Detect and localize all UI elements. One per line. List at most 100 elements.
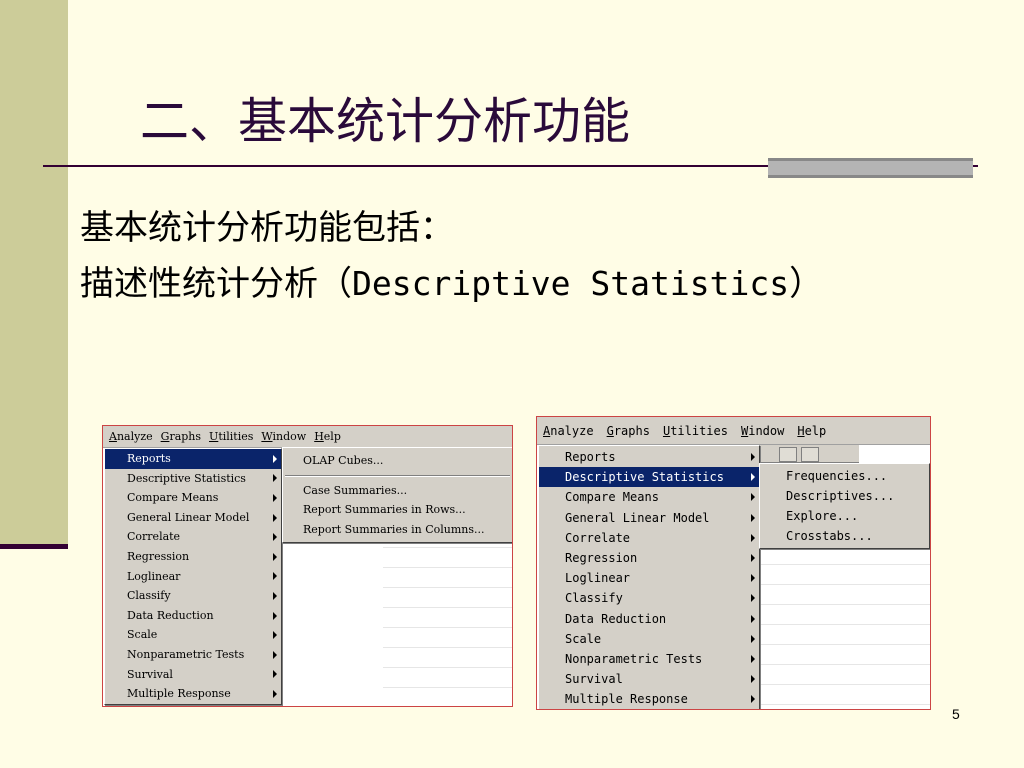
menu-item-reports[interactable]: Reports: [105, 449, 281, 469]
menu-item-reports[interactable]: Reports: [539, 447, 759, 467]
submenu-item-explore[interactable]: Explore...: [760, 506, 929, 526]
submenu-item-report-summaries-columns[interactable]: Report Summaries in Columns...: [283, 520, 512, 540]
menu-utilities[interactable]: Utilities: [209, 430, 253, 443]
left-decor-line: [0, 544, 68, 549]
menu-item-nonparametric-tests[interactable]: Nonparametric Tests: [105, 645, 281, 665]
menu-graphs[interactable]: Graphs: [161, 430, 201, 443]
submenu-arrow-icon: [751, 574, 755, 583]
analyze-menu: Reports Descriptive Statistics Compare M…: [538, 445, 760, 709]
grid-row: [383, 628, 512, 648]
submenu-item-olap-cubes[interactable]: OLAP Cubes...: [283, 451, 512, 471]
submenu-arrow-icon: [751, 675, 755, 684]
grid-row: [383, 548, 512, 568]
submenu-arrow-icon: [273, 493, 277, 502]
grid-row: [383, 608, 512, 628]
grid-row: [761, 605, 930, 625]
menu-separator: [285, 474, 510, 477]
menu-item-classify[interactable]: Classify: [105, 586, 281, 606]
grid-row: [761, 645, 930, 665]
grid-row: [383, 588, 512, 608]
menu-item-regression[interactable]: Regression: [105, 547, 281, 567]
screenshot-descriptive-menu: Analyze Graphs Utilities Window Help Rep…: [536, 416, 931, 710]
submenu-arrow-icon: [273, 631, 277, 640]
menu-window[interactable]: Window: [261, 430, 306, 443]
body-line-2-cn: 描述性统计分析（: [80, 264, 352, 304]
toolbar-button-icon[interactable]: [779, 447, 797, 462]
body-line-1: 基本统计分析功能包括：: [80, 208, 454, 248]
submenu-arrow-icon: [273, 650, 277, 659]
menu-item-multiple-response[interactable]: Multiple Response: [105, 684, 281, 704]
grid-row: [761, 665, 930, 685]
menu-window[interactable]: Window: [741, 424, 784, 438]
menu-item-classify[interactable]: Classify: [539, 588, 759, 608]
submenu-item-report-summaries-rows[interactable]: Report Summaries in Rows...: [283, 500, 512, 520]
menubar: Analyze Graphs Utilities Window Help: [103, 426, 512, 448]
menubar: Analyze Graphs Utilities Window Help: [537, 417, 930, 445]
grid-row: [761, 685, 930, 705]
submenu-arrow-icon: [751, 554, 755, 563]
submenu-arrow-icon: [273, 513, 277, 522]
submenu-arrow-icon: [273, 454, 277, 463]
grid-row: [383, 648, 512, 668]
submenu-arrow-icon: [751, 513, 755, 522]
menu-graphs[interactable]: Graphs: [607, 424, 650, 438]
submenu-arrow-icon: [273, 689, 277, 698]
menu-item-correlate[interactable]: Correlate: [105, 527, 281, 547]
menu-item-general-linear-model[interactable]: General Linear Model: [105, 508, 281, 528]
menu-item-data-reduction[interactable]: Data Reduction: [539, 609, 759, 629]
menu-item-scale[interactable]: Scale: [539, 629, 759, 649]
left-decor-bar: [0, 0, 68, 548]
submenu-arrow-icon: [751, 453, 755, 462]
submenu-arrow-icon: [751, 493, 755, 502]
submenu-arrow-icon: [273, 474, 277, 483]
submenu-arrow-icon: [273, 670, 277, 679]
menu-analyze[interactable]: Analyze: [543, 424, 594, 438]
reports-submenu: OLAP Cubes... Case Summaries... Report S…: [282, 447, 512, 543]
page-number: 5: [952, 706, 960, 722]
toolbar-button-icon[interactable]: [801, 447, 819, 462]
analyze-menu: Reports Descriptive Statistics Compare M…: [104, 448, 282, 705]
menu-item-survival[interactable]: Survival: [539, 669, 759, 689]
submenu-arrow-icon: [751, 654, 755, 663]
menu-item-loglinear[interactable]: Loglinear: [539, 568, 759, 588]
menu-item-data-reduction[interactable]: Data Reduction: [105, 606, 281, 626]
grid-row: [383, 568, 512, 588]
body-line-2: 描述性统计分析（Descriptive Statistics）: [80, 256, 823, 305]
submenu-arrow-icon: [751, 695, 755, 704]
menu-item-loglinear[interactable]: Loglinear: [105, 567, 281, 587]
grid-row: [383, 688, 512, 706]
menu-utilities[interactable]: Utilities: [663, 424, 728, 438]
grid-row: [761, 585, 930, 605]
submenu-item-descriptives[interactable]: Descriptives...: [760, 486, 929, 506]
submenu-arrow-icon: [751, 594, 755, 603]
menu-help[interactable]: Help: [314, 430, 341, 443]
menu-item-nonparametric-tests[interactable]: Nonparametric Tests: [539, 649, 759, 669]
body-line-2-en: Descriptive Statistics: [352, 264, 790, 303]
menu-item-correlate[interactable]: Correlate: [539, 528, 759, 548]
menu-item-survival[interactable]: Survival: [105, 665, 281, 685]
menu-item-descriptive-statistics[interactable]: Descriptive Statistics: [105, 469, 281, 489]
toolbar-fragment: [759, 445, 859, 463]
submenu-item-case-summaries[interactable]: Case Summaries...: [283, 481, 512, 501]
menu-analyze[interactable]: Analyze: [109, 430, 153, 443]
menu-help[interactable]: Help: [797, 424, 826, 438]
menu-item-multiple-response[interactable]: Multiple Response: [539, 689, 759, 709]
menu-item-compare-means[interactable]: Compare Means: [539, 487, 759, 507]
menu-item-compare-means[interactable]: Compare Means: [105, 488, 281, 508]
submenu-arrow-icon: [273, 611, 277, 620]
submenu-item-crosstabs[interactable]: Crosstabs...: [760, 526, 929, 546]
grid-row: [383, 668, 512, 688]
submenu-arrow-icon: [273, 533, 277, 542]
submenu-arrow-icon: [273, 591, 277, 600]
menu-item-scale[interactable]: Scale: [105, 625, 281, 645]
submenu-arrow-icon: [751, 473, 755, 482]
title-rule-block: [768, 158, 973, 178]
submenu-arrow-icon: [751, 634, 755, 643]
submenu-item-frequencies[interactable]: Frequencies...: [760, 466, 929, 486]
menu-item-descriptive-statistics[interactable]: Descriptive Statistics: [539, 467, 759, 488]
grid-row: [761, 565, 930, 585]
submenu-arrow-icon: [273, 572, 277, 581]
menu-item-regression[interactable]: Regression: [539, 548, 759, 568]
menu-item-general-linear-model[interactable]: General Linear Model: [539, 508, 759, 528]
descriptive-statistics-submenu: Frequencies... Descriptives... Explore..…: [759, 463, 930, 549]
